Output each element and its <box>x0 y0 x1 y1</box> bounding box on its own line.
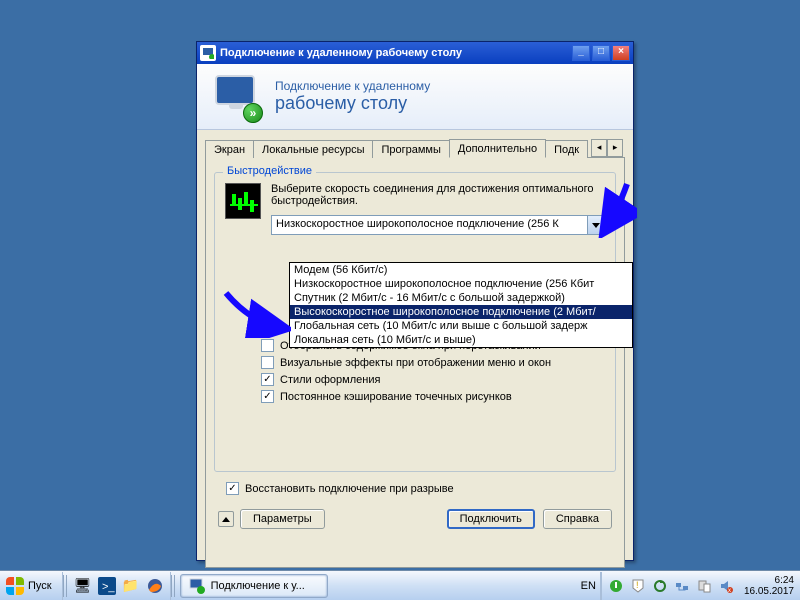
quick-launch: 🖥 >_ 📁 <box>68 572 171 600</box>
checkbox[interactable]: ✓ <box>226 482 239 495</box>
ql-firefox[interactable] <box>144 575 166 597</box>
tray-devices-icon[interactable] <box>696 578 712 594</box>
dd-high-broadband[interactable]: Высокоскоростное широкополосное подключе… <box>290 305 632 319</box>
taskbar-task-rdp[interactable]: Подключение к у... <box>180 574 328 598</box>
server-icon: 🖥 <box>74 577 92 594</box>
maximize-button[interactable]: □ <box>592 45 610 61</box>
svg-text:x: x <box>728 588 731 593</box>
folder-icon: 📁 <box>122 577 139 594</box>
tab-scroll-left[interactable]: ◂ <box>591 139 607 157</box>
tab-advanced[interactable]: Дополнительно <box>449 139 546 158</box>
annotation-arrow-right <box>587 182 637 238</box>
svg-text:>_: >_ <box>102 581 115 593</box>
tab-connection[interactable]: Подк <box>545 140 588 158</box>
tab-row: Экран Локальные ресурсы Программы Дополн… <box>205 136 625 158</box>
tab-local-resources[interactable]: Локальные ресурсы <box>253 140 373 158</box>
clock-date: 16.05.2017 <box>744 586 794 597</box>
speed-dropdown[interactable]: Модем (56 Кбит/с) Низкоскоростное широко… <box>289 262 633 348</box>
clock-time: 6:24 <box>744 575 794 586</box>
tray-network-icon[interactable] <box>674 578 690 594</box>
banner-line1: Подключение к удаленному <box>275 79 430 93</box>
performance-group-label: Быстродействие <box>223 165 316 177</box>
desktop: Подключение к удаленному рабочему столу … <box>0 0 800 600</box>
ql-powershell[interactable]: >_ <box>96 575 118 597</box>
close-button[interactable]: × <box>612 45 630 61</box>
chevron-up-icon <box>222 517 230 522</box>
rdp-icon: » <box>213 73 261 121</box>
tab-screen[interactable]: Экран <box>205 140 254 158</box>
params-button[interactable]: Параметры <box>240 509 325 529</box>
params-collapse-button[interactable] <box>218 511 234 527</box>
system-tray: ! x 6:24 16.05.2017 <box>601 572 800 600</box>
windows-logo-icon <box>6 577 24 595</box>
check-styles[interactable]: ✓ Стили оформления <box>261 373 605 386</box>
performance-hint: Выберите скорость соединения для достиже… <box>271 183 605 207</box>
taskbar-divider[interactable] <box>171 575 176 597</box>
taskbar: Пуск 🖥 >_ 📁 Подключение к у... EN ! x 6:… <box>0 570 800 600</box>
tray-security-icon[interactable] <box>608 578 624 594</box>
dd-lan[interactable]: Локальная сеть (10 Мбит/с и выше) <box>290 333 632 347</box>
titlebar[interactable]: Подключение к удаленному рабочему столу … <box>197 42 633 64</box>
tray-sync-icon[interactable] <box>652 578 668 594</box>
checkbox[interactable]: ✓ <box>261 373 274 386</box>
dd-satellite[interactable]: Спутник (2 Мбит/с - 16 Мбит/с с большой … <box>290 291 632 305</box>
window-title: Подключение к удаленному рабочему столу <box>220 47 572 59</box>
check-bitmap-cache[interactable]: ✓ Постоянное кэширование точечных рисунк… <box>261 390 605 403</box>
app-icon <box>200 45 216 61</box>
tab-scroll-right[interactable]: ▸ <box>607 139 623 157</box>
checkbox[interactable] <box>261 356 274 369</box>
combo-selected-text: Низкоскоростное широкополосное подключен… <box>272 216 587 234</box>
check-visual-effects[interactable]: Визуальные эффекты при отображении меню … <box>261 356 605 369</box>
start-button[interactable]: Пуск <box>0 572 63 600</box>
check-label: Постоянное кэширование точечных рисунков <box>280 391 512 403</box>
tray-action-center-icon[interactable]: ! <box>630 578 646 594</box>
checkbox[interactable]: ✓ <box>261 390 274 403</box>
annotation-arrow-left <box>221 288 291 338</box>
checkbox[interactable] <box>261 339 274 352</box>
start-label: Пуск <box>28 580 52 592</box>
check-label: Восстановить подключение при разрыве <box>245 483 454 495</box>
dd-wan[interactable]: Глобальная сеть (10 Мбит/с или выше с бо… <box>290 319 632 333</box>
rdp-window: Подключение к удаленному рабочему столу … <box>196 41 634 561</box>
check-label: Стили оформления <box>280 374 380 386</box>
help-button[interactable]: Справка <box>543 509 612 529</box>
connect-button[interactable]: Подключить <box>447 509 535 529</box>
task-label: Подключение к у... <box>211 580 305 592</box>
dd-modem[interactable]: Модем (56 Кбит/с) <box>290 263 632 277</box>
tray-volume-icon[interactable]: x <box>718 578 734 594</box>
clock[interactable]: 6:24 16.05.2017 <box>740 575 794 597</box>
tab-programs[interactable]: Программы <box>372 140 449 158</box>
dd-low-broadband[interactable]: Низкоскоростное широкополосное подключен… <box>290 277 632 291</box>
banner-line2: рабочему столу <box>275 93 430 114</box>
svg-text:!: ! <box>636 580 639 590</box>
ql-server-manager[interactable]: 🖥 <box>72 575 94 597</box>
tab-panel-advanced: Быстродействие Выберите скорость соедине… <box>205 158 625 568</box>
check-reconnect[interactable]: ✓ Восстановить подключение при разрыве <box>226 482 616 495</box>
connection-speed-combo[interactable]: Низкоскоростное широкополосное подключен… <box>271 215 605 235</box>
language-indicator[interactable]: EN <box>577 572 601 600</box>
performance-icon <box>225 183 261 219</box>
rdp-task-icon <box>189 578 205 594</box>
banner: » Подключение к удаленному рабочему стол… <box>197 64 633 130</box>
ql-explorer[interactable]: 📁 <box>120 575 142 597</box>
minimize-button[interactable]: _ <box>572 45 590 61</box>
check-label: Визуальные эффекты при отображении меню … <box>280 357 551 369</box>
